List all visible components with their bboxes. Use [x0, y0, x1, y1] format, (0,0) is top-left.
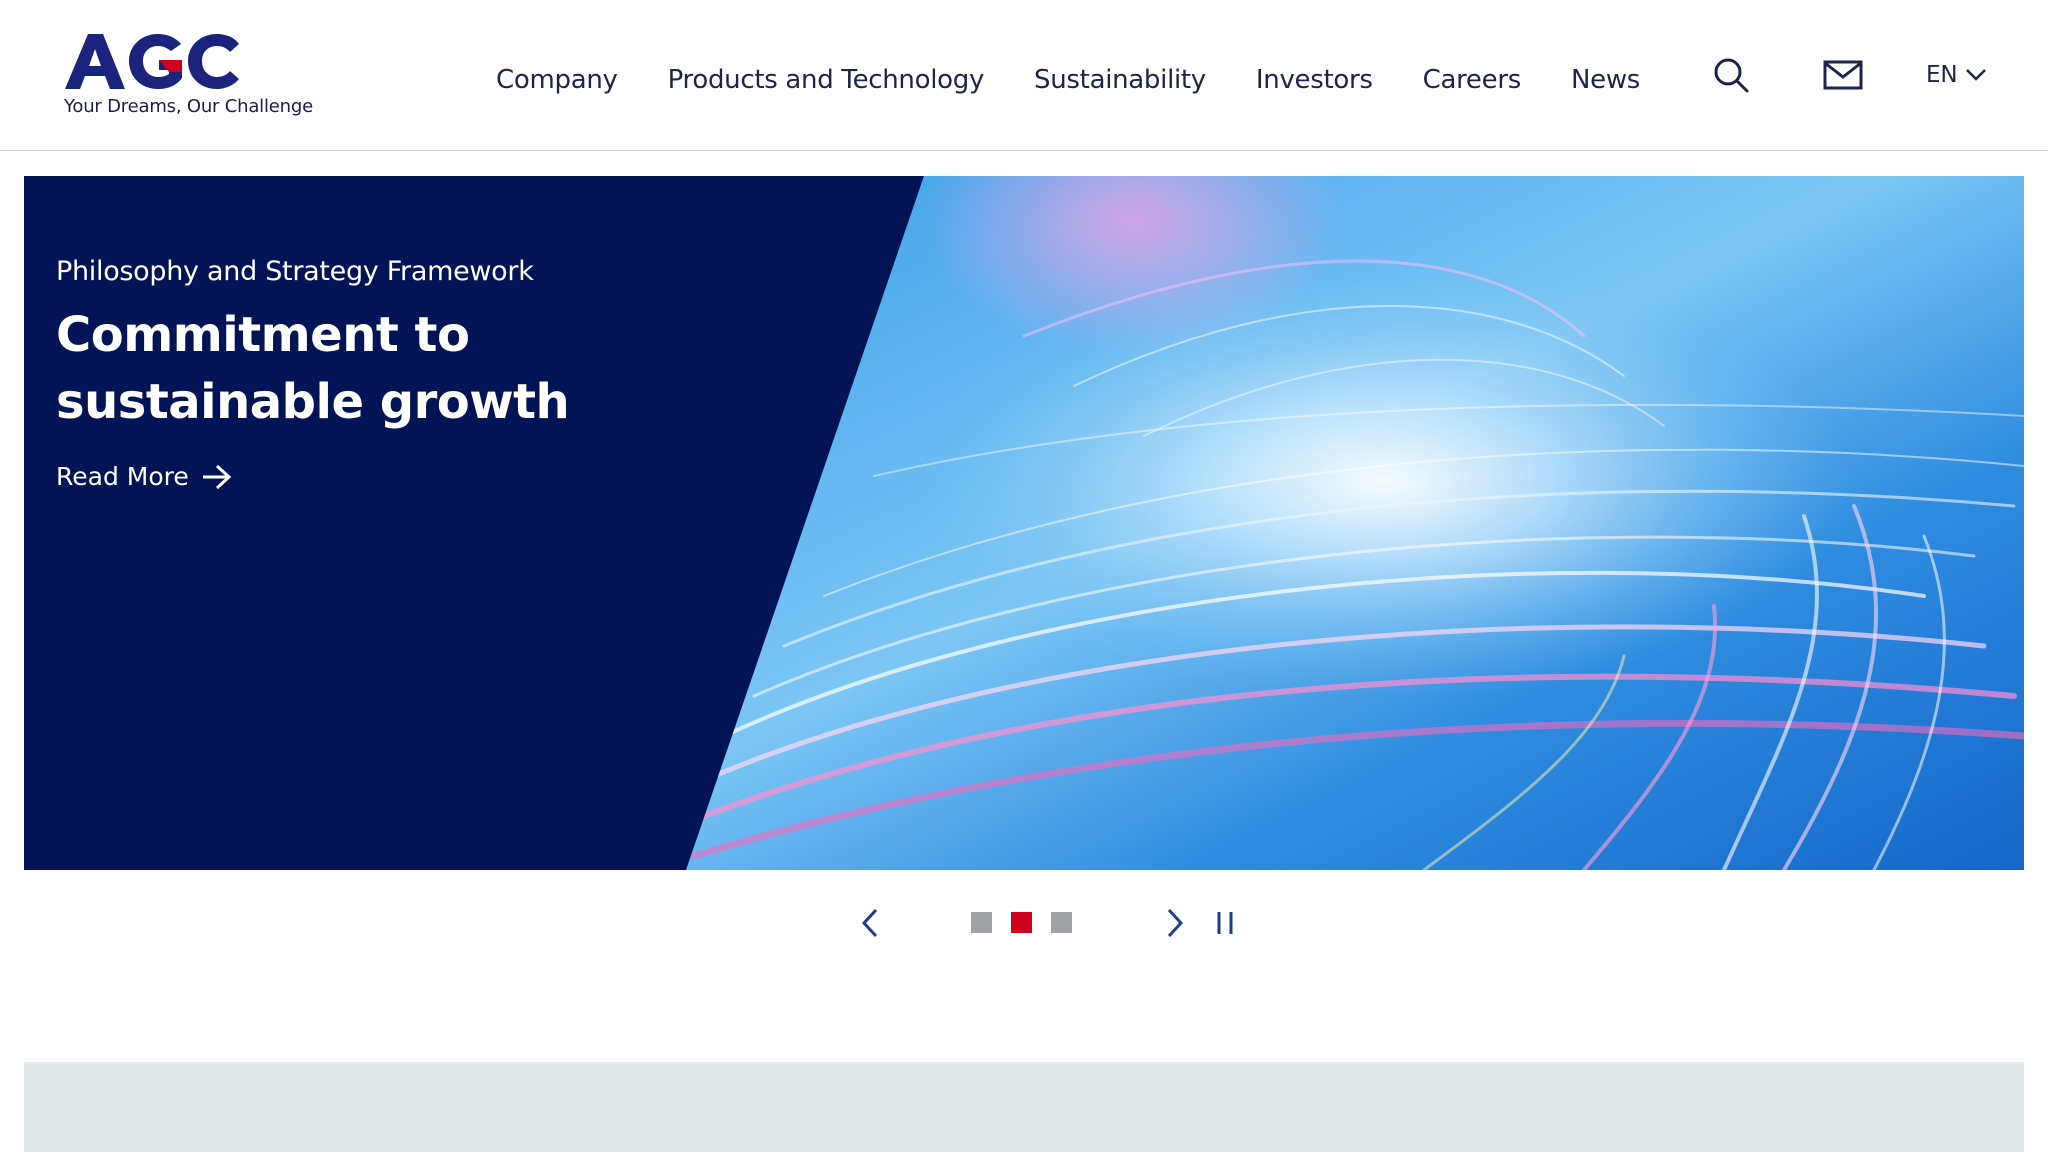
- nav-item-company[interactable]: Company: [496, 65, 618, 95]
- carousel-indicators: [971, 912, 1072, 933]
- agc-logo-mark: [65, 34, 239, 89]
- logo-tagline: Your Dreams, Our Challenge: [64, 96, 313, 117]
- read-more-link[interactable]: Read More: [56, 462, 233, 491]
- nav-item-sustainability[interactable]: Sustainability: [1034, 65, 1206, 95]
- nav-item-news[interactable]: News: [1571, 65, 1640, 95]
- hero-text: Philosophy and Strategy Framework Commit…: [56, 254, 816, 491]
- arrow-right-icon: [202, 464, 231, 489]
- mail-icon[interactable]: [1823, 60, 1863, 90]
- nav-item-products-and-technology[interactable]: Products and Technology: [668, 65, 985, 95]
- carousel-dot-3[interactable]: [1051, 912, 1072, 933]
- language-selector[interactable]: EN: [1926, 58, 1987, 92]
- carousel-dot-2-active[interactable]: [1011, 912, 1032, 933]
- main-nav: Company Products and Technology Sustaina…: [496, 60, 1640, 100]
- carousel-dot-1[interactable]: [971, 912, 992, 933]
- hero-title: Commitment to sustainable growth: [56, 307, 570, 430]
- read-more-label: Read More: [56, 462, 189, 491]
- search-icon[interactable]: [1712, 56, 1750, 94]
- site-header: Your Dreams, Our Challenge Company Produ…: [0, 0, 2048, 151]
- chevron-down-icon: [1966, 69, 1987, 81]
- nav-item-investors[interactable]: Investors: [1256, 65, 1373, 95]
- hero-carousel-slide: Philosophy and Strategy Framework Commit…: [24, 176, 2024, 870]
- agc-logo[interactable]: Your Dreams, Our Challenge: [63, 30, 313, 125]
- nav-item-careers[interactable]: Careers: [1423, 65, 1522, 95]
- content-section-background: [24, 1062, 2024, 1152]
- pause-icon[interactable]: [1213, 910, 1237, 936]
- chevron-right-icon[interactable]: [1163, 907, 1187, 939]
- chevron-left-icon[interactable]: [858, 907, 882, 939]
- hero-eyebrow: Philosophy and Strategy Framework: [56, 256, 534, 287]
- language-label: EN: [1926, 62, 1958, 88]
